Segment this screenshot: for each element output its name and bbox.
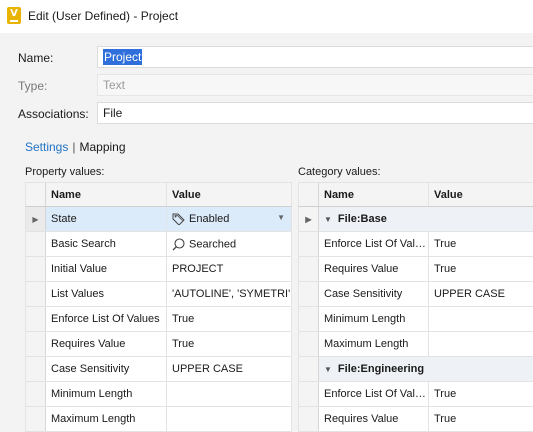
property-value[interactable]: True <box>167 307 292 332</box>
category-values-grid: Name Value ▶ ▼ File:Base Enforce List Of … <box>298 182 533 432</box>
table-row[interactable]: Minimum Length <box>26 382 292 407</box>
property-name[interactable]: List Values <box>46 282 167 307</box>
property-name[interactable]: Case Sensitivity <box>46 357 167 382</box>
category-name[interactable]: Maximum Length <box>319 332 429 357</box>
collapse-caret-icon[interactable]: ▼ <box>324 215 332 224</box>
property-value[interactable]: Searched <box>167 232 292 257</box>
property-name[interactable]: Enforce List Of Values <box>46 307 167 332</box>
property-name[interactable]: Requires Value <box>46 332 167 357</box>
table-row[interactable]: Requires Value True <box>299 257 533 282</box>
group-title: File:Engineering <box>338 363 424 375</box>
table-row[interactable]: Requires Value True <box>299 407 533 432</box>
property-values-grid: Name Value ▶ State Enabled ▼ Basic Search <box>25 182 292 432</box>
category-value[interactable]: True <box>429 257 533 282</box>
associations-field-value: File <box>103 106 122 120</box>
category-name[interactable]: Requires Value <box>319 407 429 432</box>
category-name[interactable]: Case Sensitivity <box>319 282 429 307</box>
category-values-label: Category values: <box>298 166 381 178</box>
grid-corner <box>299 183 319 207</box>
table-row[interactable]: List Values 'AUTOLINE', 'SYMETRI' <box>26 282 292 307</box>
table-row[interactable]: ▶ State Enabled ▼ <box>26 207 292 232</box>
property-value[interactable] <box>167 382 292 407</box>
property-values-label: Property values: <box>25 166 104 178</box>
search-icon <box>172 238 185 251</box>
window-title: Edit (User Defined) - Project <box>28 9 178 23</box>
property-value[interactable]: UPPER CASE <box>167 357 292 382</box>
category-value[interactable] <box>429 332 533 357</box>
category-name[interactable]: Enforce List Of Values <box>319 232 429 257</box>
tab-settings[interactable]: Settings <box>25 140 68 154</box>
property-value[interactable]: 'AUTOLINE', 'SYMETRI' <box>167 282 292 307</box>
table-row[interactable]: Case Sensitivity UPPER CASE <box>26 357 292 382</box>
category-value[interactable]: True <box>429 232 533 257</box>
table-row[interactable]: Basic Search Searched <box>26 232 292 257</box>
name-label: Name: <box>18 51 53 65</box>
property-value[interactable]: PROJECT <box>167 257 292 282</box>
tab-bar: Settings | Mapping <box>25 140 126 154</box>
table-row[interactable]: Enforce List Of Values True <box>299 232 533 257</box>
state-value: Enabled <box>189 213 229 225</box>
property-name[interactable]: State <box>46 207 167 232</box>
property-name[interactable]: Initial Value <box>46 257 167 282</box>
property-name[interactable]: Minimum Length <box>46 382 167 407</box>
column-header-value[interactable]: Value <box>429 183 533 207</box>
column-header-value[interactable]: Value <box>167 183 292 207</box>
column-header-name[interactable]: Name <box>319 183 429 207</box>
property-value[interactable] <box>167 407 292 432</box>
name-field[interactable]: Project <box>97 46 533 68</box>
state-dropdown[interactable]: Enabled ▼ <box>167 207 292 232</box>
type-label: Type: <box>18 79 47 93</box>
category-value[interactable]: True <box>429 382 533 407</box>
tab-mapping[interactable]: Mapping <box>79 140 125 154</box>
property-value[interactable]: True <box>167 332 292 357</box>
type-field: Text <box>97 74 533 96</box>
vault-app-icon: V <box>7 7 21 24</box>
category-name[interactable]: Minimum Length <box>319 307 429 332</box>
row-indicator-icon: ▶ <box>305 215 311 224</box>
table-row[interactable]: Minimum Length <box>299 307 533 332</box>
associations-field[interactable]: File <box>97 102 533 124</box>
table-row[interactable]: Maximum Length <box>26 407 292 432</box>
title-bar: V Edit (User Defined) - Project <box>0 0 533 33</box>
collapse-caret-icon[interactable]: ▼ <box>324 365 332 374</box>
type-field-value: Text <box>103 78 125 92</box>
property-name[interactable]: Maximum Length <box>46 407 167 432</box>
column-header-name[interactable]: Name <box>46 183 167 207</box>
table-row[interactable]: Case Sensitivity UPPER CASE <box>299 282 533 307</box>
table-row[interactable]: Requires Value True <box>26 332 292 357</box>
group-row-file-base[interactable]: ▶ ▼ File:Base <box>299 207 533 232</box>
category-value[interactable]: True <box>429 407 533 432</box>
associations-label: Associations: <box>18 107 89 121</box>
table-row[interactable]: Enforce List Of Values True <box>299 382 533 407</box>
row-indicator-icon: ▶ <box>32 215 38 224</box>
table-row[interactable]: Maximum Length <box>299 332 533 357</box>
grid-corner <box>26 183 46 207</box>
tab-separator: | <box>72 140 75 154</box>
table-row[interactable]: Initial Value PROJECT <box>26 257 292 282</box>
group-row-file-engineering[interactable]: ▼ File:Engineering <box>299 357 533 382</box>
group-title: File:Base <box>338 213 387 225</box>
category-value[interactable]: UPPER CASE <box>429 282 533 307</box>
chevron-down-icon[interactable]: ▼ <box>277 213 285 222</box>
property-name[interactable]: Basic Search <box>46 232 167 257</box>
category-name[interactable]: Requires Value <box>319 257 429 282</box>
table-row[interactable]: Enforce List Of Values True <box>26 307 292 332</box>
category-value[interactable] <box>429 307 533 332</box>
tag-icon <box>172 213 185 225</box>
category-name[interactable]: Enforce List Of Values <box>319 382 429 407</box>
name-field-value: Project <box>103 49 142 65</box>
